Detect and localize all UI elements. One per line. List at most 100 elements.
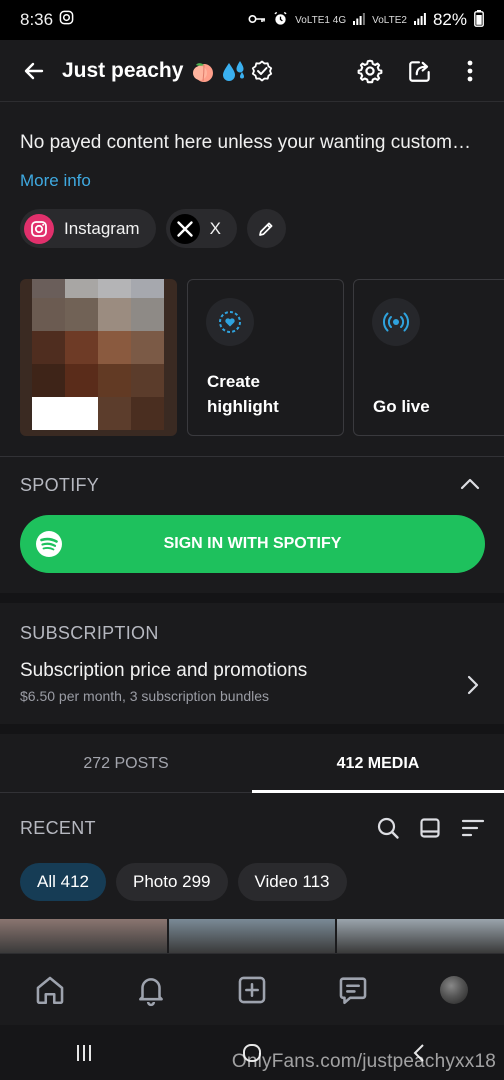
- media-thumbnail[interactable]: [0, 919, 167, 953]
- instagram-link[interactable]: Instagram: [20, 209, 156, 248]
- avatar: [439, 975, 468, 1004]
- filter-video[interactable]: Video 113: [237, 863, 347, 901]
- settings-button[interactable]: [352, 53, 388, 89]
- verified-badge-icon: [252, 60, 273, 81]
- recent-title: RECENT: [20, 817, 96, 838]
- filter-all[interactable]: All 412: [20, 863, 106, 901]
- more-info-link[interactable]: More info: [20, 171, 91, 191]
- pixelated-photo: [32, 279, 164, 430]
- recent-apps-icon[interactable]: [73, 1042, 95, 1064]
- live-broadcast-icon: [383, 312, 409, 332]
- mosaic-tile: [65, 364, 98, 397]
- share-icon: [409, 60, 430, 82]
- mosaic-tile: [32, 364, 65, 397]
- home-icon: [37, 976, 64, 1004]
- signal-1-icon: [353, 12, 366, 28]
- section-divider: [0, 456, 504, 457]
- mosaic-tile: [131, 279, 164, 298]
- network-1-label: VoLTE1 4G: [295, 14, 347, 26]
- spotify-section-title: SPOTIFY: [20, 475, 100, 495]
- chevron-up-icon: [460, 478, 480, 490]
- instagram-icon: [24, 213, 54, 244]
- pencil-icon: [259, 222, 273, 236]
- mosaic-tile: [131, 364, 164, 397]
- subscription-section-title: SUBSCRIPTION: [20, 623, 159, 643]
- add-post-icon: [238, 976, 266, 1003]
- mosaic-tile: [65, 279, 98, 298]
- battery-level: 82%: [432, 10, 467, 29]
- arrow-left-icon: [24, 62, 44, 79]
- battery-icon: [474, 10, 484, 30]
- profile-bio: No payed content here unless your wantin…: [20, 132, 471, 153]
- go-live-label: Go live: [373, 397, 430, 416]
- create-highlight-label: Create highlight: [207, 372, 279, 416]
- social-links: Instagram X: [20, 209, 286, 248]
- mosaic-tile: [98, 279, 131, 298]
- collapse-spotify-button[interactable]: [458, 474, 482, 499]
- mosaic-tile: [131, 298, 164, 331]
- highlight-thumbnail[interactable]: [20, 279, 177, 436]
- spotify-logo-icon: [36, 531, 62, 557]
- tab-media[interactable]: 412 MEDIA: [252, 736, 504, 793]
- mosaic-tile: [32, 331, 65, 364]
- mosaic-tile: [65, 331, 98, 364]
- search-icon[interactable]: [376, 816, 400, 840]
- filter-photo[interactable]: Photo 299: [115, 863, 228, 901]
- alarm-icon: [273, 11, 288, 29]
- x-logo-icon: [169, 213, 200, 244]
- mosaic-tile: [65, 298, 98, 331]
- media-thumbnail[interactable]: [168, 919, 336, 953]
- sweat-droplets-emoji-icon: [223, 60, 245, 81]
- mosaic-tile: [98, 298, 131, 331]
- profile-header: Just peachy: [0, 40, 504, 102]
- mosaic-tile: [98, 397, 131, 430]
- media-filters: All 412 Photo 299 Video 113: [20, 863, 347, 901]
- share-button[interactable]: [402, 53, 438, 89]
- page-title: Just peachy: [62, 58, 184, 82]
- mosaic-tile: [131, 397, 164, 430]
- nav-new-post[interactable]: [228, 966, 276, 1014]
- spotify-sign-in-button[interactable]: SIGN IN WITH SPOTIFY: [20, 515, 485, 573]
- go-live-icon-circle: [372, 298, 420, 346]
- media-thumbnail[interactable]: [337, 919, 504, 953]
- create-highlight-button[interactable]: Create highlight: [187, 279, 344, 436]
- nav-messages[interactable]: [329, 966, 377, 1014]
- create-highlight-icon-circle: [206, 298, 254, 346]
- status-time: 8:36: [20, 10, 54, 29]
- gear-icon: [357, 59, 383, 83]
- media-grid: [0, 919, 504, 953]
- section-gap: [0, 724, 504, 734]
- back-button[interactable]: [16, 53, 52, 89]
- mosaic-tile: [32, 298, 65, 331]
- more-options-button[interactable]: [452, 53, 488, 89]
- mosaic-tile: [32, 279, 65, 298]
- more-vertical-icon: [467, 60, 473, 81]
- layout-toggle-icon[interactable]: [418, 816, 442, 840]
- subscription-detail: $6.50 per month, 3 subscription bundles: [20, 688, 270, 704]
- instagram-label: Instagram: [64, 218, 140, 238]
- edit-socials-button[interactable]: [246, 209, 286, 248]
- mosaic-tile: [98, 331, 131, 364]
- section-gap: [0, 593, 504, 603]
- sort-icon[interactable]: [460, 816, 486, 840]
- spotify-button-label: SIGN IN WITH SPOTIFY: [163, 535, 342, 552]
- go-live-button[interactable]: Go live: [353, 279, 504, 436]
- highlights-row: Create highlight Go live: [0, 279, 504, 436]
- subscription-price-row[interactable]: Subscription price and promotions $6.50 …: [20, 660, 486, 714]
- signal-2-icon: [413, 12, 426, 28]
- x-link[interactable]: X: [165, 209, 237, 248]
- status-bar: 8:36 VoLTE1 4G VoLTE2 82%: [0, 0, 504, 40]
- chevron-right-icon: [467, 675, 479, 695]
- bottom-navigation: [0, 953, 504, 1025]
- nav-notifications[interactable]: [127, 966, 175, 1014]
- watermark: OnlyFans.com/justpeachyxx18: [231, 1051, 496, 1072]
- heart-circle-icon: [219, 311, 241, 333]
- tab-posts[interactable]: 272 POSTS: [0, 736, 252, 792]
- nav-profile[interactable]: [430, 966, 478, 1014]
- x-label: X: [209, 218, 221, 238]
- network-2-label: VoLTE2: [372, 14, 407, 26]
- nav-home[interactable]: [26, 966, 74, 1014]
- bell-icon: [139, 977, 164, 1006]
- subscription-title: Subscription price and promotions: [20, 660, 308, 681]
- mosaic-tile: [32, 397, 65, 430]
